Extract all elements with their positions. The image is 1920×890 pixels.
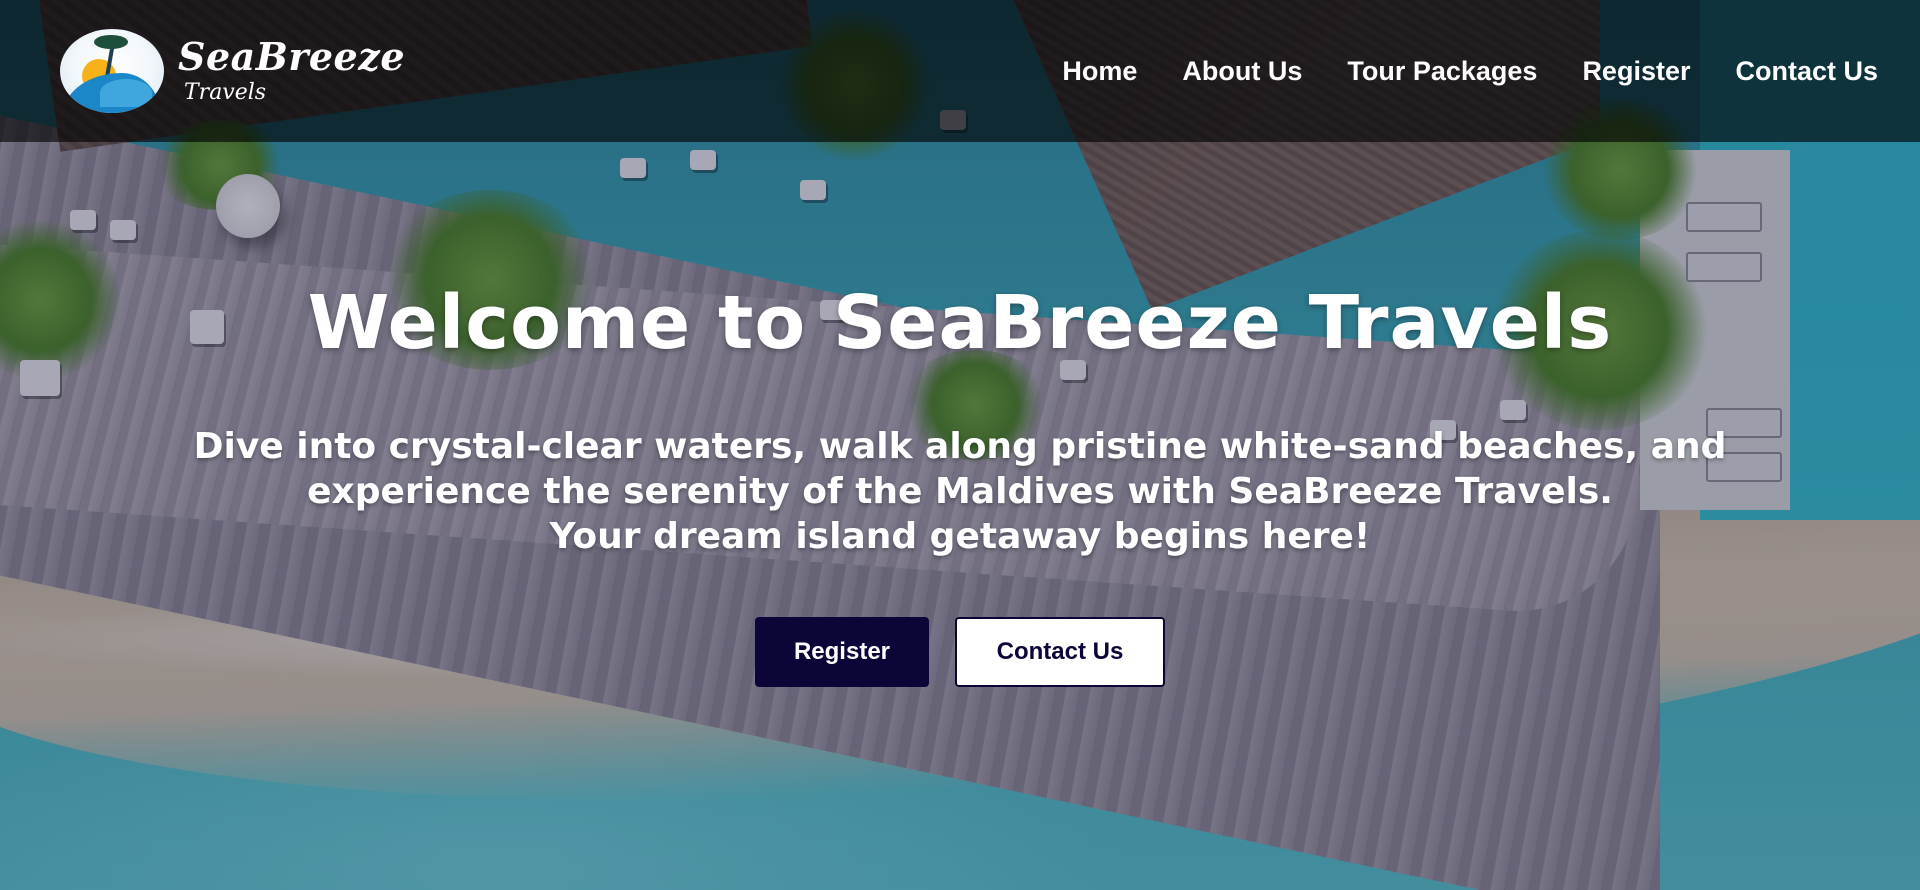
register-button[interactable]: Register xyxy=(755,617,929,687)
hero-description-line-3: Your dream island getaway begins here! xyxy=(549,516,1371,557)
nav-tour-packages[interactable]: Tour Packages xyxy=(1347,56,1537,87)
brand[interactable]: SeaBreeze Travels xyxy=(60,29,405,113)
nav-about-us[interactable]: About Us xyxy=(1182,56,1302,87)
sun-palm-wave-logo-icon xyxy=(60,29,164,113)
hero-title: Welcome to SeaBreeze Travels xyxy=(307,280,1613,366)
palm-leaf-icon xyxy=(94,35,128,49)
brand-text: SeaBreeze Travels xyxy=(178,38,405,104)
site-header: SeaBreeze Travels Home About Us Tour Pac… xyxy=(0,0,1920,142)
hero-description-line-1: Dive into crystal-clear waters, walk alo… xyxy=(193,426,1727,467)
contact-us-button[interactable]: Contact Us xyxy=(955,617,1165,687)
brand-name: SeaBreeze xyxy=(178,34,405,79)
nav-contact-us[interactable]: Contact Us xyxy=(1735,56,1878,87)
nav-home[interactable]: Home xyxy=(1062,56,1137,87)
hero-content: Welcome to SeaBreeze Travels Dive into c… xyxy=(0,280,1920,687)
brand-tagline: Travels xyxy=(184,80,267,105)
hero-description-line-2: experience the serenity of the Maldives … xyxy=(307,471,1613,512)
hero-description: Dive into crystal-clear waters, walk alo… xyxy=(0,424,1920,559)
nav-register[interactable]: Register xyxy=(1582,56,1690,87)
hero-actions: Register Contact Us xyxy=(0,617,1920,687)
wave-crest-icon xyxy=(100,79,152,107)
main-nav: Home About Us Tour Packages Register Con… xyxy=(1062,56,1878,87)
